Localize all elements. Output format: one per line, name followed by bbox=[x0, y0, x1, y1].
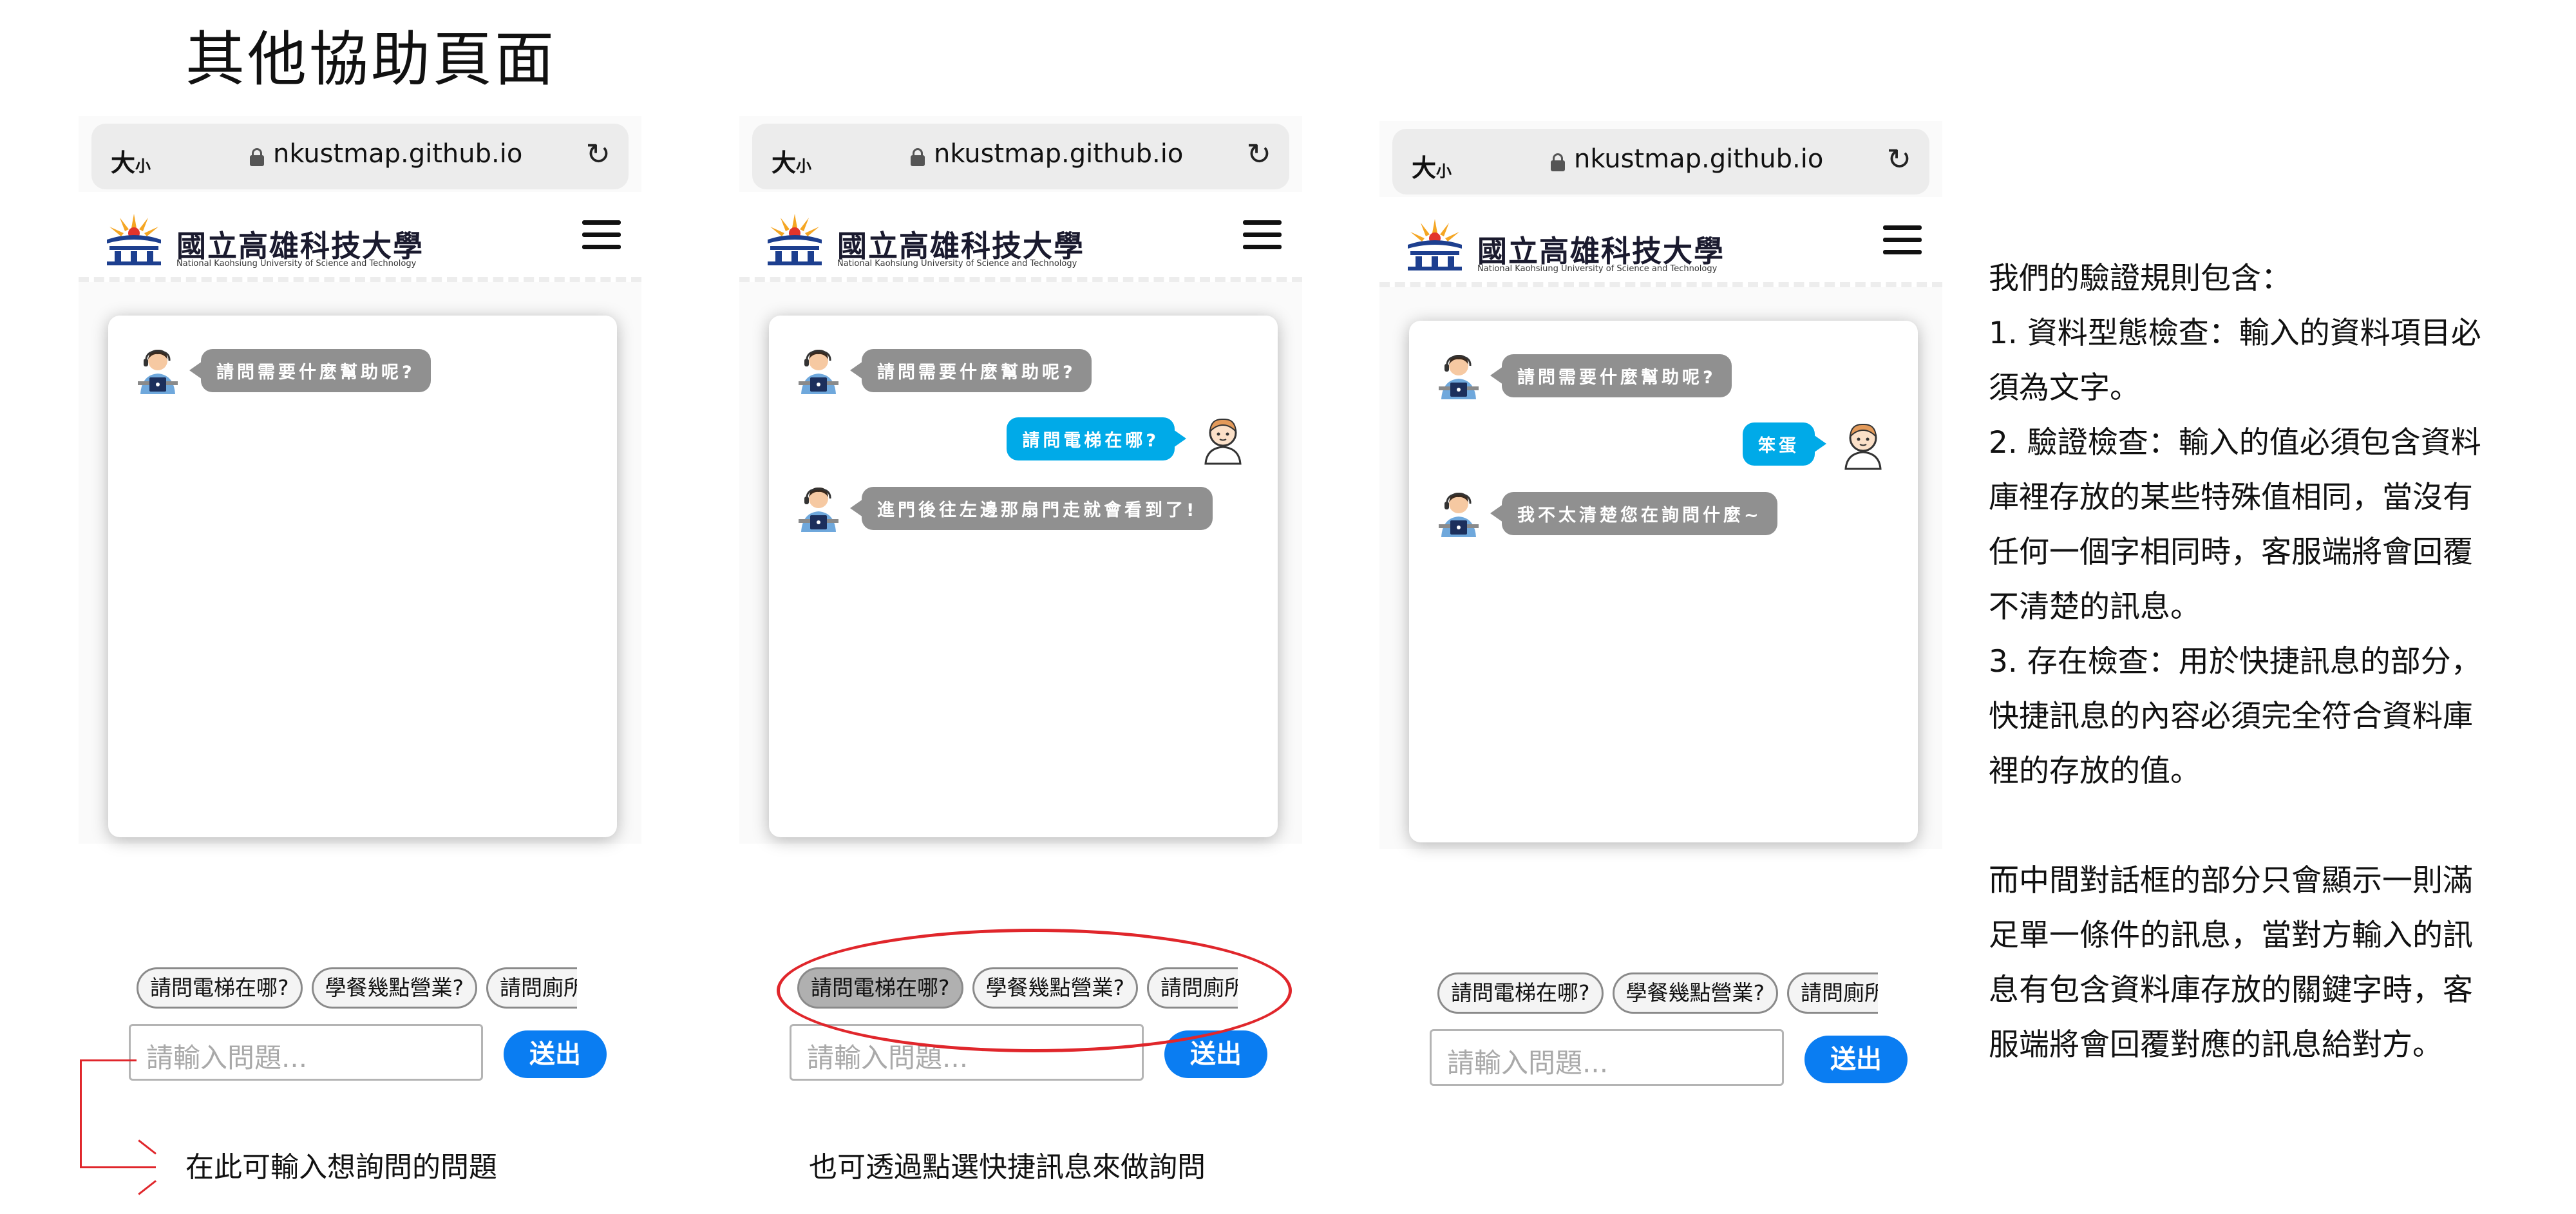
explanation-line: 息有包含資料庫存放的關鍵字時，客 bbox=[1989, 972, 2473, 1008]
bot-avatar-icon bbox=[1439, 492, 1479, 537]
lock-icon bbox=[1551, 153, 1565, 171]
lock-icon bbox=[911, 148, 925, 166]
question-input[interactable]: 請輸入問題... bbox=[1430, 1029, 1784, 1086]
reload-icon[interactable]: ↻ bbox=[1246, 139, 1271, 169]
send-button[interactable]: 送出 bbox=[504, 1030, 607, 1078]
text-size-big: 大 bbox=[1412, 154, 1437, 182]
browser-address-bar[interactable]: 大小 nkustmap.github.io ↻ bbox=[1392, 129, 1929, 194]
explanation-line: 1. 資料型態檢查：輸入的資料項目必 bbox=[1989, 316, 2481, 351]
url-text[interactable]: nkustmap.github.io bbox=[1574, 144, 1823, 174]
reload-icon[interactable]: ↻ bbox=[1886, 144, 1911, 174]
url-text[interactable]: nkustmap.github.io bbox=[273, 139, 522, 169]
browser-address-bar[interactable]: 大小 nkustmap.github.io ↻ bbox=[752, 124, 1289, 189]
question-input[interactable]: 請輸入問題... bbox=[129, 1024, 483, 1081]
message-bubble: 請問需要什麼幫助呢? bbox=[1490, 354, 1732, 397]
chat-window: 請問需要什麼幫助呢? 笨蛋 我不太清楚您在詢問什麼~ 請問電梯在哪? 學餐幾點營業?… bbox=[1409, 321, 1918, 1086]
explanation-line: 而中間對話框的部分只會顯示一則滿 bbox=[1989, 863, 2473, 898]
text-size-big: 大 bbox=[772, 149, 797, 177]
menu-icon[interactable] bbox=[1883, 225, 1922, 255]
site-header: 國立高雄科技大學 National Kaohsiung University o… bbox=[79, 192, 641, 282]
pointer-line-bottom bbox=[80, 1166, 156, 1168]
site-name-en: National Kaohsiung University of Science… bbox=[1477, 264, 1718, 274]
bot-avatar-icon bbox=[799, 487, 838, 532]
bot-message: 請問需要什麼幫助呢? bbox=[792, 344, 1092, 397]
explanation-line: 裡的存放的值。 bbox=[1989, 754, 2201, 789]
message-bubble: 請問需要什麼幫助呢? bbox=[850, 348, 1092, 392]
phone-screen-1: 大小 nkustmap.github.io ↻ 國立高雄科技大學 Nationa… bbox=[79, 116, 641, 1081]
send-button[interactable]: 送出 bbox=[1804, 1036, 1908, 1083]
caption-quick-reply-hint: 也可透過點選快捷訊息來做詢問 bbox=[809, 1151, 1206, 1184]
bot-avatar-icon bbox=[799, 349, 838, 394]
text-size-small: 小 bbox=[796, 157, 812, 175]
phone-screen-3: 大小 nkustmap.github.io ↻ 國立高雄科技大學 Nationa… bbox=[1379, 121, 1942, 1086]
school-logo-icon bbox=[1408, 219, 1462, 270]
school-logo-icon bbox=[107, 214, 161, 265]
quick-reply-chip[interactable]: 學餐幾點營業? bbox=[1612, 972, 1779, 1014]
bot-message: 請問需要什麼幫助呢? bbox=[131, 344, 431, 397]
bot-message: 請問需要什麼幫助呢? bbox=[1432, 349, 1732, 402]
quick-reply-chip[interactable]: 請問廁所 bbox=[1787, 972, 1878, 1014]
site-name-en: National Kaohsiung University of Science… bbox=[837, 259, 1077, 269]
quick-reply-row: 請問電梯在哪? 學餐幾點營業? 請問廁所 bbox=[1437, 972, 1878, 1016]
explanation-line: 任何一個字相同時，客服端將會回覆 bbox=[1989, 535, 2473, 570]
site-header: 國立高雄科技大學 National Kaohsiung University o… bbox=[1379, 197, 1942, 287]
explanation-line: 庫裡存放的某些特殊值相同，當沒有 bbox=[1989, 480, 2473, 515]
text-size-small: 小 bbox=[135, 157, 151, 175]
text-size-big: 大 bbox=[111, 149, 136, 177]
pointer-line-top bbox=[80, 1059, 137, 1061]
text-size-small: 小 bbox=[1436, 162, 1452, 180]
text-size-button[interactable]: 大小 bbox=[111, 143, 151, 178]
explanation-line: 我們的驗證規則包含： bbox=[1989, 261, 2291, 296]
explanation-line: 足單一條件的訊息，當對方輸入的訊 bbox=[1989, 918, 2473, 953]
caption-input-hint: 在此可輸入想詢問的問題 bbox=[185, 1151, 497, 1184]
site-header: 國立高雄科技大學 National Kaohsiung University o… bbox=[739, 192, 1302, 282]
page-title: 其他協助頁面 bbox=[185, 25, 557, 94]
text-size-button[interactable]: 大小 bbox=[1412, 148, 1452, 184]
message-bubble: 我不太清楚您在詢問什麼~ bbox=[1490, 491, 1777, 535]
site-name-en: National Kaohsiung University of Science… bbox=[176, 259, 417, 269]
bot-avatar-icon bbox=[138, 349, 178, 394]
phone-screen-2: 大小 nkustmap.github.io ↻ 國立高雄科技大學 Nationa… bbox=[739, 116, 1302, 1081]
explanation-line: 須為文字。 bbox=[1989, 370, 2140, 406]
reload-icon[interactable]: ↻ bbox=[585, 139, 611, 169]
explanation-line: 不清楚的訊息。 bbox=[1989, 589, 2201, 625]
bot-message: 我不太清楚您在詢問什麼~ bbox=[1432, 487, 1777, 540]
user-avatar-icon bbox=[1204, 418, 1242, 465]
message-bubble: 請問電梯在哪? bbox=[1007, 417, 1186, 460]
explanation-line: 快捷訊息的內容必須完全符合資料庫 bbox=[1989, 699, 2473, 734]
quick-reply-row: 請問電梯在哪? 學餐幾點營業? 請問廁所 bbox=[137, 967, 577, 1011]
chat-window: 請問需要什麼幫助呢? 請問電梯在哪? 學餐幾點營業? 請問廁所 請輸入問題... 送出 bbox=[108, 316, 617, 1081]
chat-window: 請問需要什麼幫助呢? 請問電梯在哪? 進門後往左邊那扇門走就會看到了! 請問電梯在… bbox=[769, 316, 1278, 1081]
url-text[interactable]: nkustmap.github.io bbox=[934, 139, 1183, 169]
lock-icon bbox=[250, 148, 264, 166]
message-bubble: 進門後往左邊那扇門走就會看到了! bbox=[849, 486, 1213, 530]
explanation-line: 2. 驗證檢查：輸入的值必須包含資料 bbox=[1989, 425, 2481, 460]
explanation-line: 服端將會回覆對應的訊息給對方。 bbox=[1989, 1027, 2443, 1063]
quick-reply-chip[interactable]: 請問廁所 bbox=[486, 967, 577, 1009]
pointer-line-vertical bbox=[80, 1059, 82, 1168]
explanation-line: 3. 存在檢查：用於快捷訊息的部分， bbox=[1989, 644, 2481, 679]
quick-reply-chip[interactable]: 請問電梯在哪? bbox=[137, 967, 303, 1009]
user-avatar-icon bbox=[1844, 423, 1882, 470]
user-message: 請問電梯在哪? bbox=[1007, 412, 1249, 465]
quick-reply-chip[interactable]: 請問電梯在哪? bbox=[1437, 972, 1604, 1014]
browser-address-bar[interactable]: 大小 nkustmap.github.io ↻ bbox=[91, 124, 629, 189]
bot-message: 進門後往左邊那扇門走就會看到了! bbox=[792, 482, 1213, 535]
quick-reply-highlight-ellipse bbox=[777, 929, 1292, 1052]
menu-icon[interactable] bbox=[1243, 220, 1282, 250]
explanation-panel: 我們的驗證規則包含： 1. 資料型態檢查：輸入的資料項目必 須為文字。 2. 驗證檢查… bbox=[1989, 251, 2504, 1072]
menu-icon[interactable] bbox=[582, 220, 621, 250]
bot-avatar-icon bbox=[1439, 354, 1479, 399]
message-bubble: 笨蛋 bbox=[1743, 422, 1826, 466]
message-bubble: 請問需要什麼幫助呢? bbox=[189, 348, 431, 392]
quick-reply-chip[interactable]: 學餐幾點營業? bbox=[311, 967, 478, 1009]
user-message: 笨蛋 bbox=[1743, 417, 1889, 470]
text-size-button[interactable]: 大小 bbox=[772, 143, 811, 178]
school-logo-icon bbox=[768, 214, 822, 265]
